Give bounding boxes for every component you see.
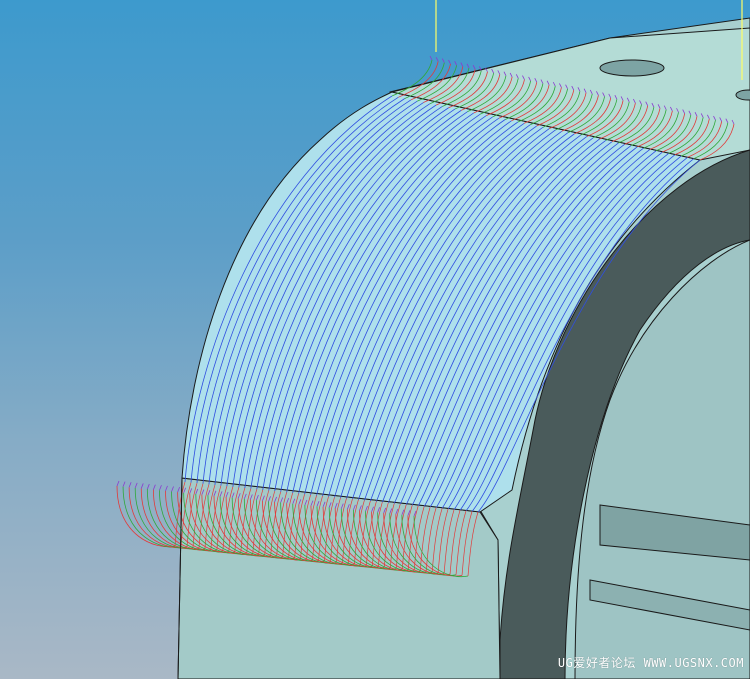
toolpath-engage (116, 480, 120, 487)
toolpath-engage (140, 483, 144, 489)
toolpath-retract (429, 55, 433, 61)
toolpath-engage (122, 481, 126, 487)
cad-graphics-viewport[interactable]: UG爱好者论坛 WWW.UGSNX.COM (0, 0, 750, 679)
toolpath-engage (128, 482, 132, 488)
cam-scene[interactable] (0, 0, 750, 679)
toolpath-engage (134, 482, 138, 488)
toolpath-retract (441, 58, 445, 63)
toolpath-engage (146, 483, 150, 490)
toolpath-retract (460, 62, 464, 67)
toolpath-retract (472, 64, 476, 70)
toolpath-retract (454, 61, 458, 66)
toolpath-engage (165, 485, 168, 492)
toolpath-retract (448, 59, 451, 65)
toolpath-retract (466, 63, 470, 69)
top-hole-left[interactable] (599, 59, 665, 77)
toolpath-engage (152, 484, 156, 490)
toolpath-engage (177, 486, 180, 493)
forum-watermark: UG爱好者论坛 WWW.UGSNX.COM (557, 656, 744, 670)
toolpath-engage (171, 486, 174, 492)
toolpath-engage (159, 485, 162, 491)
toolpath-retract (435, 57, 439, 62)
